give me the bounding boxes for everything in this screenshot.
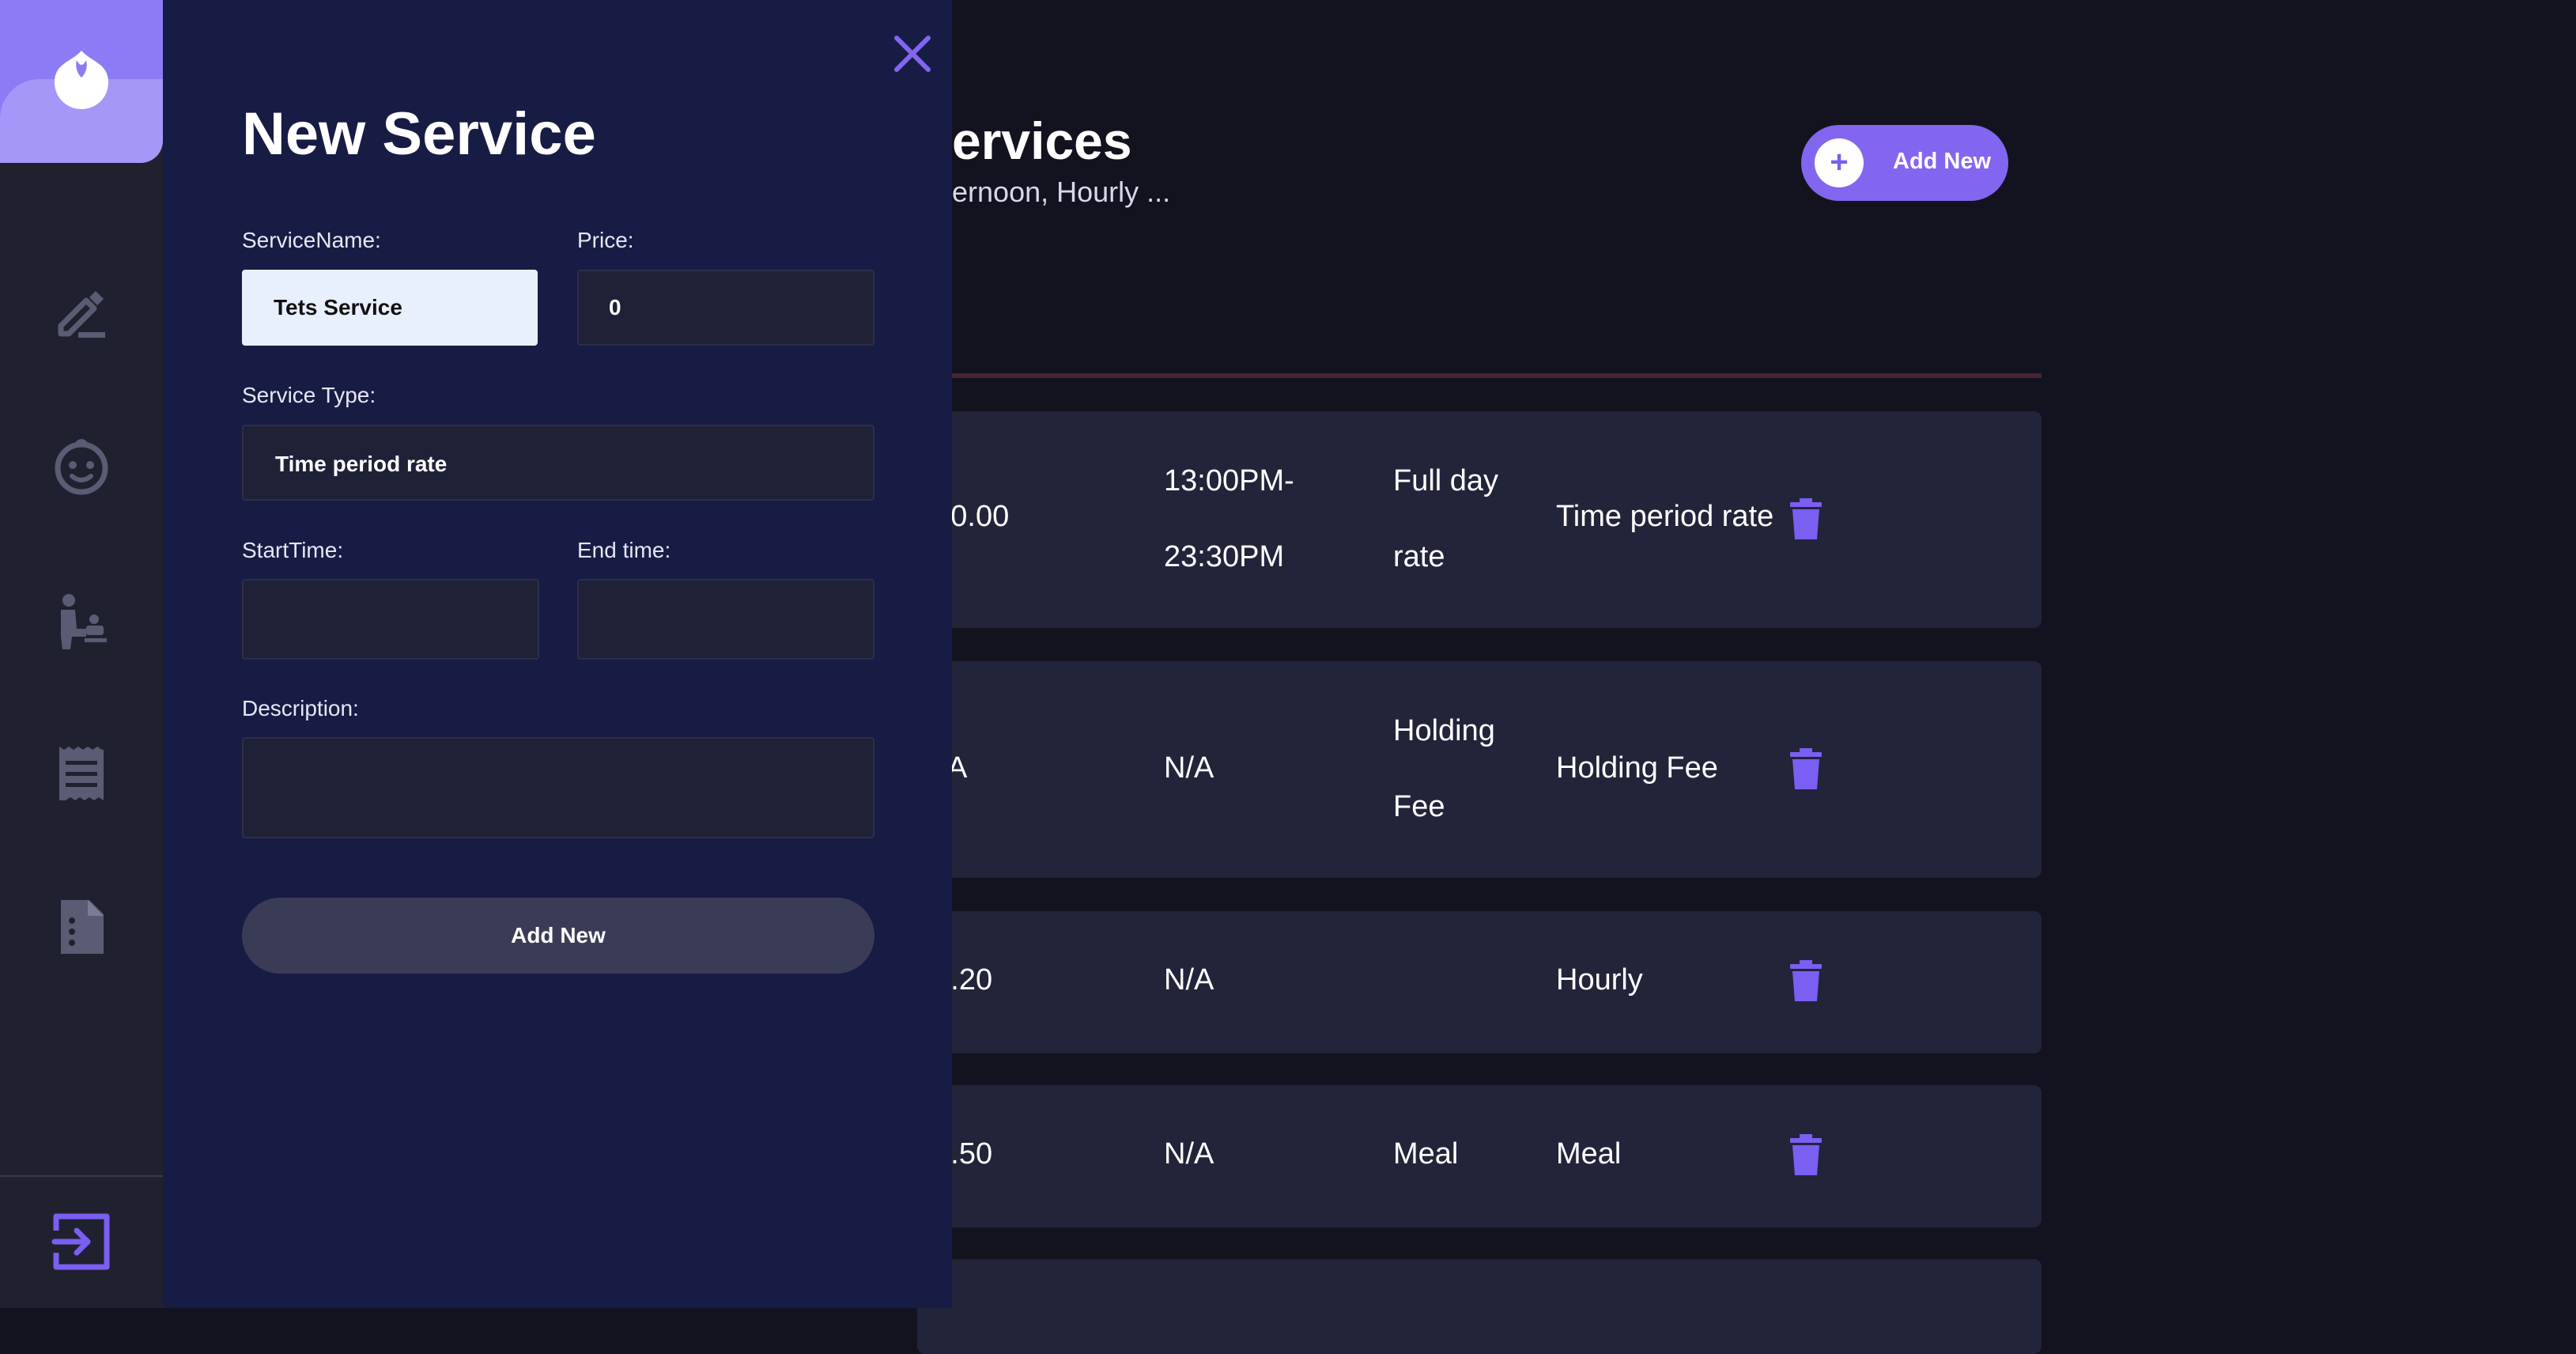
page-subtitle: Afternoon, Hourly ...: [917, 176, 1171, 208]
price-label: Price:: [577, 228, 634, 252]
row-time: N/A: [1164, 1137, 1214, 1171]
receipt-icon: [59, 747, 104, 800]
logout-button[interactable]: [48, 1208, 115, 1275]
sidebar-divider: [0, 1175, 163, 1177]
close-button[interactable]: [890, 32, 935, 76]
end-time-field[interactable]: [577, 579, 874, 660]
new-service-panel: New Service ServiceName: Price: Service …: [163, 0, 952, 1308]
row-name: Full day rate: [1393, 464, 1499, 573]
trash-icon: [1790, 960, 1822, 1001]
row-type: Meal: [1556, 1137, 1622, 1171]
delete-button[interactable]: [1788, 498, 1823, 539]
table-header-divider: [917, 373, 2042, 378]
close-icon: [894, 36, 931, 72]
price-field[interactable]: [577, 270, 874, 346]
trash-icon: [1790, 498, 1822, 539]
sidebar: [0, 0, 163, 1308]
logo[interactable]: [0, 0, 163, 163]
service-name-label: ServiceName:: [242, 228, 381, 252]
table-row: [917, 911, 2042, 1053]
service-type-select[interactable]: Time period rate: [242, 425, 874, 501]
description-field[interactable]: [242, 737, 874, 838]
plus-icon: +: [1815, 138, 1864, 187]
table-row: [917, 1259, 2042, 1354]
nav-item-teachers[interactable]: [50, 589, 113, 652]
delete-button[interactable]: [1788, 1134, 1823, 1175]
panel-title: New Service: [242, 100, 596, 168]
description-label: Description:: [242, 696, 359, 720]
nav-item-documents[interactable]: [50, 895, 113, 959]
nav-item-edit[interactable]: [50, 282, 113, 345]
add-service-button-label: Add New: [1893, 149, 1992, 174]
delete-button[interactable]: [1788, 960, 1823, 1001]
row-type: Time period rate: [1556, 500, 1774, 533]
nav-item-billing[interactable]: [50, 742, 113, 805]
service-type-value: Time period rate: [275, 452, 448, 476]
row-time: N/A: [1164, 963, 1214, 997]
row-name: Holding Fee: [1393, 714, 1495, 823]
delete-button[interactable]: [1788, 748, 1823, 789]
trash-icon: [1790, 1134, 1822, 1175]
child-face-icon: [55, 439, 108, 495]
trash-icon: [1790, 748, 1822, 789]
start-time-field[interactable]: [242, 579, 539, 660]
add-new-button[interactable]: Add New: [242, 898, 874, 974]
row-type: Hourly: [1556, 963, 1643, 997]
service-name-field[interactable]: [242, 270, 538, 346]
logout-icon: [51, 1213, 110, 1270]
service-type-label: Service Type:: [242, 383, 376, 407]
pencil-icon: [58, 291, 105, 338]
row-name: Meal: [1393, 1137, 1459, 1171]
teacher-child-icon: [61, 594, 107, 649]
row-time: N/A: [1164, 751, 1214, 785]
add-service-button[interactable]: + Add New: [1801, 125, 2008, 201]
nav-item-children[interactable]: [50, 435, 113, 498]
start-time-label: StartTime:: [242, 538, 344, 562]
row-type: Holding Fee: [1556, 751, 1718, 785]
row-time: 13:00PM-23:30PM: [1164, 464, 1294, 573]
document-icon: [61, 900, 104, 954]
end-time-label: End time:: [577, 538, 671, 562]
table-row: [917, 1085, 2042, 1227]
flame-logo-icon: [55, 51, 108, 109]
